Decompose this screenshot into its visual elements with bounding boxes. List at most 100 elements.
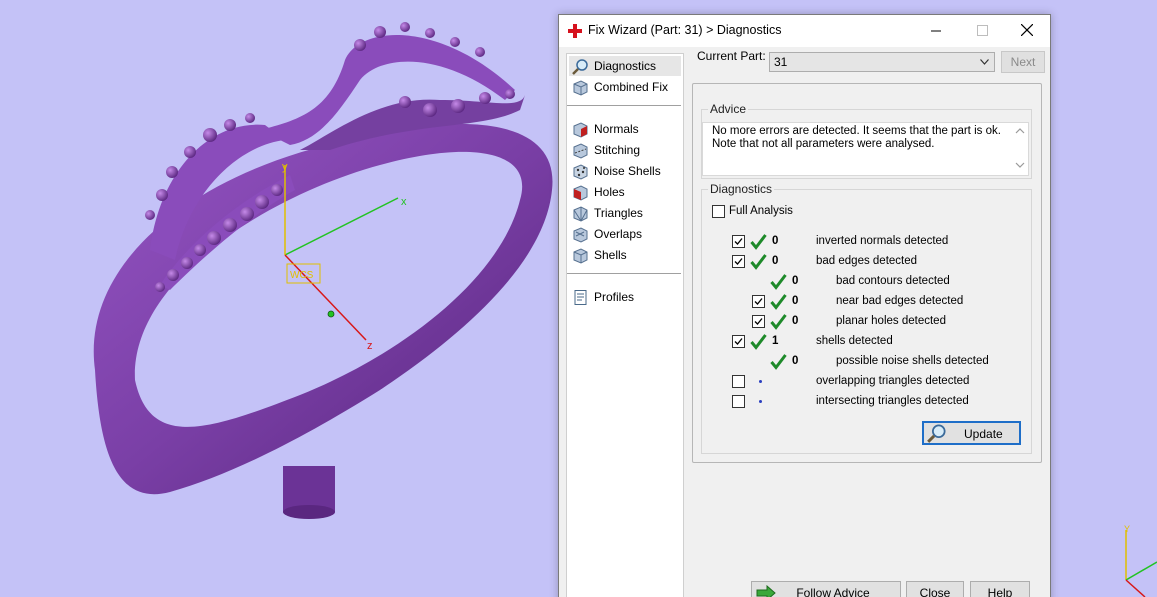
nav-item-diagnostics[interactable]: Diagnostics	[569, 56, 681, 76]
wizard-nav: Diagnostics Combined Fix Normals Stitchi…	[566, 53, 684, 597]
ring-model[interactable]	[93, 22, 553, 519]
nav-divider	[567, 105, 681, 106]
advice-textbox[interactable]: No more errors are detected. It seems th…	[702, 122, 1029, 176]
follow-advice-label: Follow Advice	[796, 586, 870, 597]
triangles-icon	[573, 205, 588, 222]
check-ok-icon	[770, 274, 787, 290]
planar-holes-checkbox[interactable]	[752, 315, 765, 328]
overlapping-triangles-checkbox[interactable]	[732, 375, 745, 388]
nav-item-combined-fix[interactable]: Combined Fix	[569, 77, 681, 97]
advice-line-1: No more errors are detected. It seems th…	[712, 125, 1001, 137]
noise-shells-icon	[573, 163, 588, 180]
shells-icon	[573, 247, 588, 264]
advice-line-2: Note that not all parameters were analys…	[712, 138, 935, 150]
minimize-button[interactable]	[913, 15, 959, 45]
nav-label: Diagnostics	[594, 59, 657, 73]
magnifier-icon	[572, 58, 588, 75]
maximize-icon	[976, 24, 988, 36]
cube-icon	[573, 79, 588, 96]
nav-item-profiles[interactable]: Profiles	[569, 287, 681, 307]
nav-item-normals[interactable]: Normals	[569, 119, 681, 139]
nav-item-holes[interactable]: Holes	[569, 182, 681, 202]
check-icon	[734, 338, 743, 345]
intersecting-triangles-label: intersecting triangles detected	[816, 395, 969, 407]
nav-item-overlaps[interactable]: Overlaps	[569, 224, 681, 244]
shells-label: shells detected	[816, 335, 893, 347]
noise-shells-count: 0	[792, 355, 799, 367]
nav-item-triangles[interactable]: Triangles	[569, 203, 681, 223]
nav-item-noise-shells[interactable]: Noise Shells	[569, 161, 681, 181]
update-button-label: Update	[964, 427, 1003, 441]
inverted-normals-label: inverted normals detected	[816, 235, 949, 247]
help-button[interactable]: Help	[970, 581, 1030, 597]
check-ok-icon	[750, 254, 767, 270]
check-icon	[754, 318, 763, 325]
check-ok-icon	[750, 334, 767, 350]
inverted-normals-count: 0	[772, 235, 779, 247]
bad-contours-count: 0	[792, 275, 799, 287]
diagnostics-title: Diagnostics	[708, 182, 775, 196]
check-icon	[734, 238, 743, 245]
nav-label: Overlaps	[594, 227, 643, 241]
bad-edges-label: bad edges detected	[816, 255, 918, 267]
pending-dot-icon	[759, 380, 762, 383]
window-title: Fix Wizard (Part: 31) > Diagnostics	[588, 23, 782, 37]
bad-contours-label: bad contours detected	[836, 275, 950, 287]
check-icon	[734, 258, 743, 265]
bad-edges-checkbox[interactable]	[732, 255, 745, 268]
advice-scrollbar[interactable]	[1014, 125, 1026, 173]
nav-label: Noise Shells	[594, 164, 661, 178]
fix-wizard-dialog: Fix Wizard (Part: 31) > Diagnostics Diag…	[558, 14, 1051, 597]
nav-item-stitching[interactable]: Stitching	[569, 140, 681, 160]
pending-dot-icon	[759, 400, 762, 403]
nav-divider	[567, 273, 681, 274]
full-analysis-checkbox[interactable]	[712, 205, 725, 218]
check-ok-icon	[770, 354, 787, 370]
current-part-value: 31	[774, 55, 788, 69]
chevron-down-icon	[1015, 162, 1025, 168]
follow-advice-button[interactable]: Follow Advice	[751, 581, 901, 597]
current-part-select[interactable]: 31	[769, 52, 995, 72]
minimize-icon	[930, 30, 941, 31]
magnifier-icon	[927, 424, 946, 443]
z-axis-line	[284, 254, 367, 341]
corner-y-label: Y	[1124, 524, 1130, 534]
ring-band	[93, 124, 553, 495]
wcs-label: WCS	[290, 270, 314, 281]
near-bad-edges-checkbox[interactable]	[752, 295, 765, 308]
check-ok-icon	[770, 314, 787, 330]
inverted-normals-checkbox[interactable]	[732, 235, 745, 248]
normals-icon	[573, 121, 588, 138]
nav-label: Shells	[594, 248, 627, 262]
diagnostics-group: Diagnostics Full Analysis 0 inverted nor…	[701, 182, 1032, 454]
check-icon	[754, 298, 763, 305]
nav-label: Triangles	[594, 206, 643, 220]
close-button[interactable]: Close	[906, 581, 964, 597]
check-ok-icon	[770, 294, 787, 310]
shells-checkbox[interactable]	[732, 335, 745, 348]
nav-item-shells[interactable]: Shells	[569, 245, 681, 265]
corner-axes: Y	[1124, 524, 1157, 597]
close-window-button[interactable]	[1004, 15, 1050, 45]
planar-holes-count: 0	[792, 315, 799, 327]
check-ok-icon	[750, 234, 767, 250]
title-bar[interactable]: Fix Wizard (Part: 31) > Diagnostics	[559, 15, 1050, 47]
next-button[interactable]: Next	[1001, 51, 1045, 73]
x-axis-line	[284, 197, 399, 256]
green-arrow-icon	[756, 585, 776, 597]
chevron-down-icon	[980, 59, 989, 65]
bad-edges-count: 0	[772, 255, 779, 267]
red-cross-icon	[568, 24, 582, 38]
close-icon	[1021, 24, 1033, 36]
x-axis-label: x	[401, 196, 407, 208]
pivot-point-icon	[327, 310, 335, 318]
advice-group: Advice No more errors are detected. It s…	[701, 102, 1032, 179]
maximize-button[interactable]	[959, 15, 1005, 45]
shells-count: 1	[772, 335, 779, 347]
profiles-icon	[574, 289, 587, 305]
ring-stem-base	[283, 505, 335, 519]
intersecting-triangles-checkbox[interactable]	[732, 395, 745, 408]
nav-label: Profiles	[594, 290, 635, 304]
holes-icon	[573, 184, 588, 201]
update-button[interactable]: Update	[922, 421, 1021, 445]
